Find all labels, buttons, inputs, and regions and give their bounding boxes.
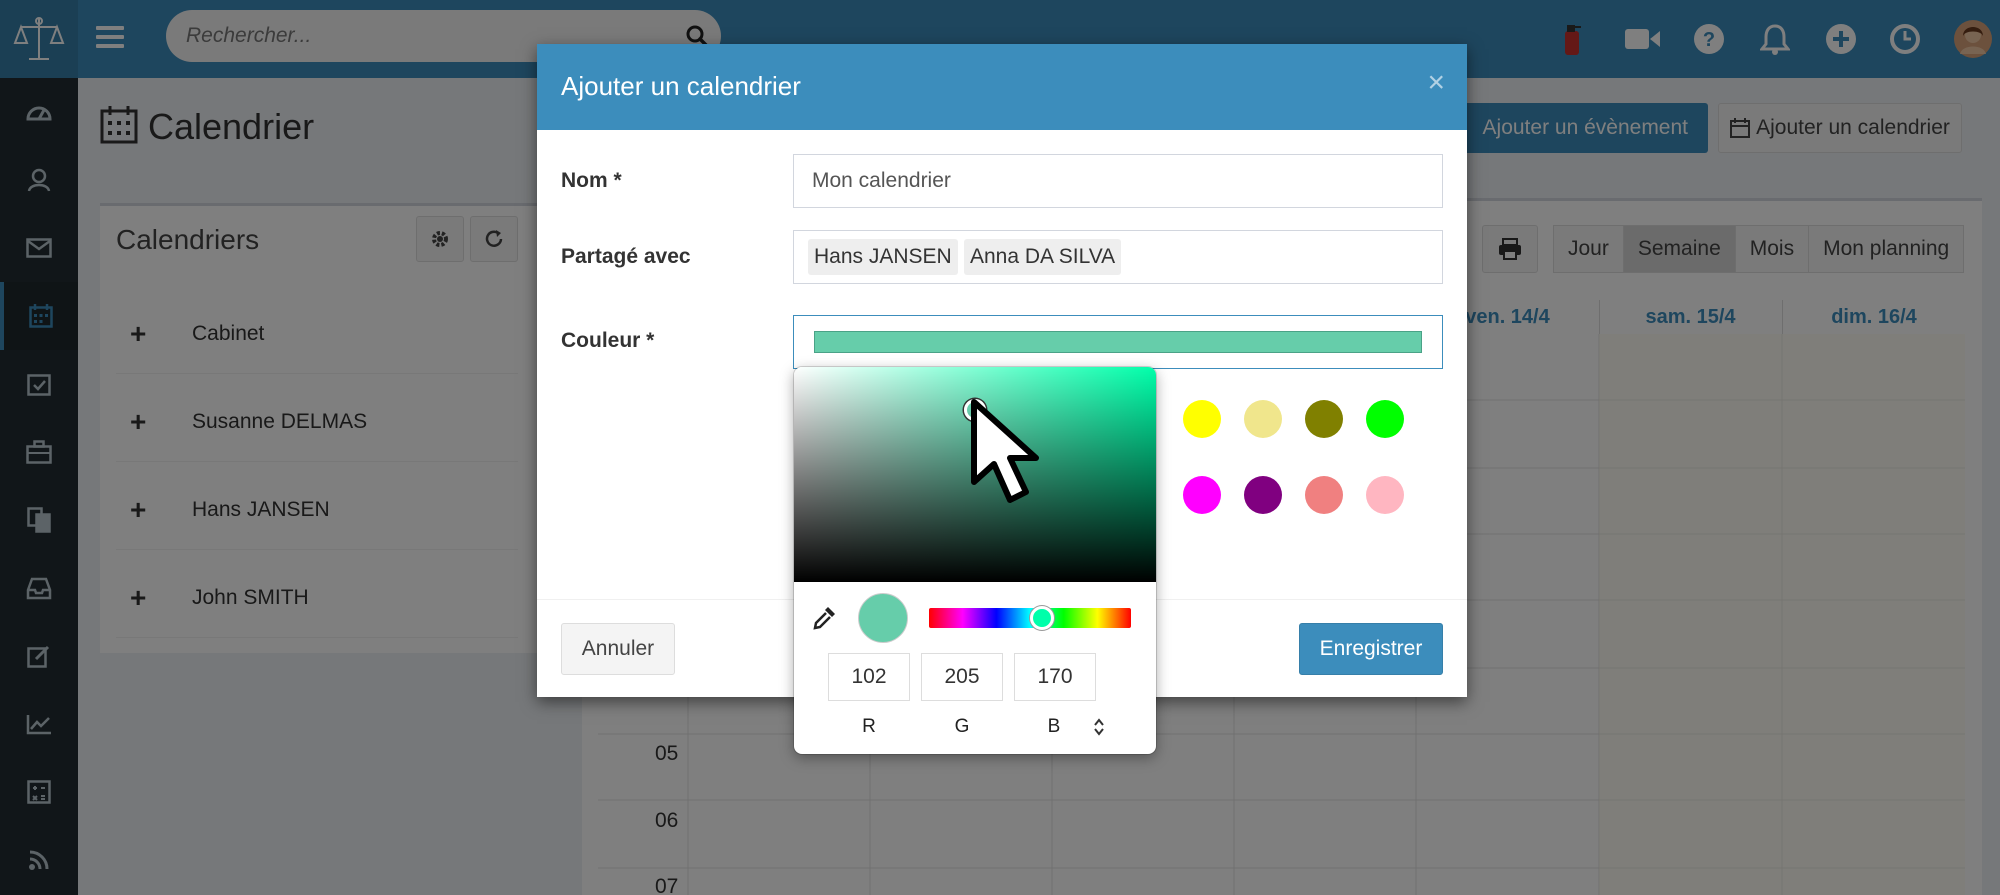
save-button[interactable]: Enregistrer <box>1299 623 1443 675</box>
red-label: R <box>862 716 876 737</box>
color-swatch-pink[interactable] <box>1366 476 1404 514</box>
shared-with-field[interactable]: Hans JANSEN Anna DA SILVA <box>793 230 1443 284</box>
mouse-pointer-icon <box>970 398 1070 513</box>
color-input[interactable] <box>793 315 1443 369</box>
name-field-wrapper <box>793 154 1443 208</box>
name-label: Nom * <box>561 169 622 192</box>
close-icon[interactable]: × <box>1427 66 1445 100</box>
color-swatch-magenta[interactable] <box>1183 476 1221 514</box>
cancel-button[interactable]: Annuler <box>561 623 675 675</box>
shared-with-label: Partagé avec <box>561 245 691 268</box>
green-input[interactable]: 205 <box>921 653 1003 701</box>
hue-slider-handle[interactable] <box>1030 606 1054 630</box>
color-preview <box>858 593 908 643</box>
blue-input[interactable]: 170 <box>1014 653 1096 701</box>
blue-label: B <box>1047 716 1061 737</box>
eyedropper-icon[interactable] <box>812 604 838 635</box>
green-label: G <box>954 716 970 737</box>
color-mode-toggle-icon[interactable] <box>1092 716 1106 743</box>
color-swatch-olive[interactable] <box>1305 400 1343 438</box>
color-swatch-lime[interactable] <box>1366 400 1404 438</box>
color-swatch-khaki[interactable] <box>1244 400 1282 438</box>
red-input[interactable]: 102 <box>828 653 910 701</box>
shared-user-tag[interactable]: Anna DA SILVA <box>964 239 1122 275</box>
selected-color-bar <box>814 331 1422 353</box>
modal-title: Ajouter un calendrier <box>561 71 801 101</box>
shared-user-tag[interactable]: Hans JANSEN <box>808 239 958 275</box>
color-label: Couleur * <box>561 329 655 352</box>
color-swatch-lightcoral[interactable] <box>1305 476 1343 514</box>
name-field[interactable] <box>812 155 1412 207</box>
color-swatch-purple[interactable] <box>1244 476 1282 514</box>
modal-header: Ajouter un calendrier × <box>537 44 1467 130</box>
color-swatch-yellow[interactable] <box>1183 400 1221 438</box>
